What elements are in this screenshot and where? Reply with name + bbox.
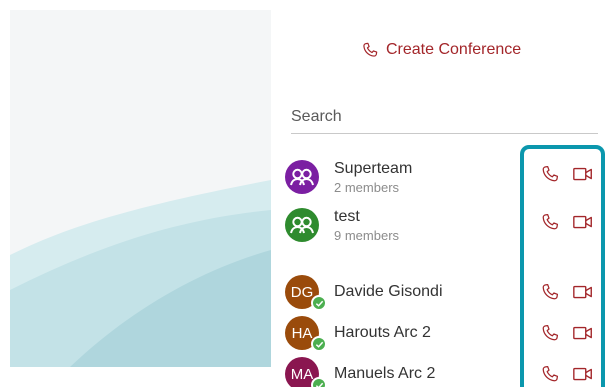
phone-icon[interactable] — [540, 282, 560, 302]
group-name: test — [334, 208, 360, 225]
main-area-background — [10, 10, 271, 367]
contact-row-davide-gisondi[interactable]: DG Davide Gisondi — [285, 275, 605, 315]
contact-row-harouts-arc-2[interactable]: HA Harouts Arc 2 — [285, 316, 605, 356]
background-wave-graphic — [10, 180, 271, 367]
group-avatar — [285, 208, 319, 242]
online-status-badge — [311, 336, 327, 352]
video-camera-icon[interactable] — [572, 164, 594, 184]
contact-name: Manuels Arc 2 — [334, 365, 436, 382]
phone-icon[interactable] — [540, 164, 560, 184]
avatar-initials: MA — [290, 365, 314, 383]
check-icon — [315, 341, 323, 348]
phone-icon[interactable] — [540, 212, 560, 232]
contacts-panel: Create Conference Superteam 2 members — [271, 0, 605, 387]
create-conference-button[interactable]: Create Conference — [361, 38, 521, 62]
group-icon — [290, 216, 314, 234]
create-conference-label: Create Conference — [386, 41, 522, 58]
contact-name: Harouts Arc 2 — [334, 324, 431, 341]
online-status-badge — [311, 377, 327, 387]
contact-row-manuels-arc-2[interactable]: MA Manuels Arc 2 — [285, 357, 605, 387]
video-camera-icon[interactable] — [572, 212, 594, 232]
online-status-badge — [311, 295, 327, 311]
avatar-initials: DG — [290, 283, 314, 301]
group-row-superteam[interactable]: Superteam 2 members — [285, 160, 605, 200]
search-input[interactable] — [291, 100, 598, 134]
group-member-count: 2 members — [334, 180, 400, 195]
phone-icon[interactable] — [540, 323, 560, 343]
group-row-test[interactable]: test 9 members — [285, 208, 605, 248]
contact-name: Davide Gisondi — [334, 283, 443, 300]
phone-icon[interactable] — [540, 364, 560, 384]
check-icon — [315, 382, 323, 387]
group-icon — [290, 168, 314, 186]
check-icon — [315, 300, 323, 307]
video-camera-icon[interactable] — [572, 323, 594, 343]
avatar-initials: HA — [291, 324, 313, 342]
group-name: Superteam — [334, 160, 413, 177]
phone-icon — [363, 42, 378, 57]
video-camera-icon[interactable] — [572, 364, 594, 384]
group-avatar — [285, 160, 319, 194]
group-member-count: 9 members — [334, 228, 400, 243]
video-camera-icon[interactable] — [572, 282, 594, 302]
